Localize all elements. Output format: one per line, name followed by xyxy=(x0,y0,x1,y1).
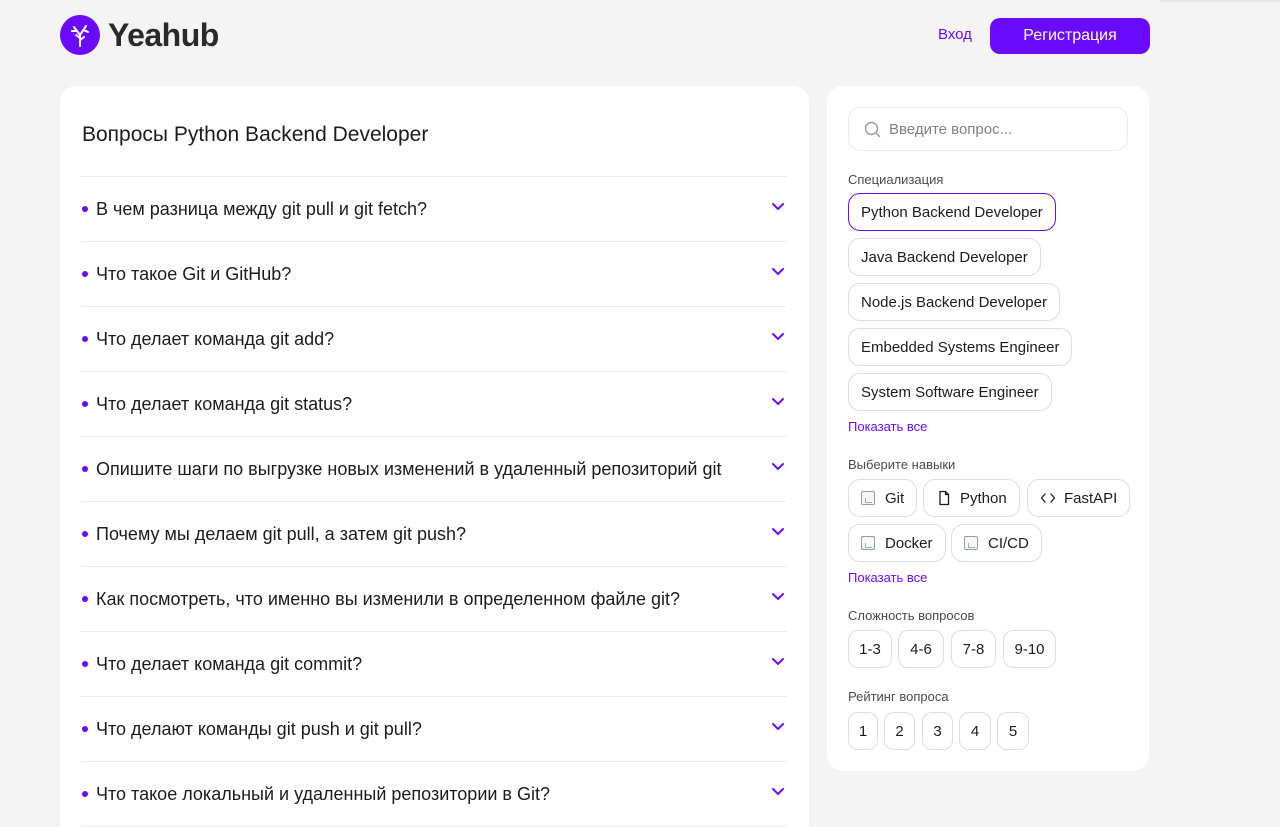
question-text: Что делает команда git status? xyxy=(96,393,353,414)
header: Yeahub Вход Регистрация xyxy=(0,0,1280,72)
skill-label: FastAPI xyxy=(1064,489,1118,507)
skill-chip-cicd[interactable]: CI/CD xyxy=(951,524,1042,562)
skill-label: CI/CD xyxy=(988,534,1029,552)
question-item[interactable]: Как посмотреть, что именно вы изменили в… xyxy=(81,567,787,632)
skill-chip-docker[interactable]: Docker xyxy=(848,524,946,562)
chevron-down-icon[interactable] xyxy=(771,527,785,537)
show-all-specializations-link[interactable]: Показать все xyxy=(848,419,927,434)
chevron-down-icon[interactable] xyxy=(771,332,785,342)
chevron-down-icon[interactable] xyxy=(771,462,785,472)
search-box[interactable] xyxy=(848,107,1128,151)
question-text: Как посмотреть, что именно вы изменили в… xyxy=(96,588,680,609)
question-text: Почему мы делаем git pull, а затем git p… xyxy=(96,523,467,544)
question-text: Что делает команда git add? xyxy=(96,328,335,349)
rating-chip[interactable]: 2 xyxy=(884,712,915,750)
question-item[interactable]: Что такое локальный и удаленный репозито… xyxy=(81,762,787,827)
bullet-dot-icon xyxy=(82,336,88,342)
git-icon xyxy=(861,491,875,505)
show-all-skills-link[interactable]: Показать все xyxy=(848,570,927,585)
specialization-chip[interactable]: Java Backend Developer xyxy=(848,238,1041,276)
specialization-chip[interactable]: Python Backend Developer xyxy=(848,193,1056,231)
skills-label: Выберите навыки xyxy=(848,457,956,472)
code-icon xyxy=(1040,493,1056,503)
chevron-down-icon[interactable] xyxy=(771,592,785,602)
bullet-dot-icon xyxy=(82,596,88,602)
bullet-dot-icon xyxy=(82,661,88,667)
register-button[interactable]: Регистрация xyxy=(990,18,1150,54)
skill-label: Git xyxy=(885,489,905,507)
logo[interactable]: Yeahub xyxy=(60,15,219,55)
question-text: Что такое локальный и удаленный репозито… xyxy=(96,783,551,804)
question-item[interactable]: Что такое Git и GitHub? xyxy=(81,242,787,307)
question-item[interactable]: Что делает команда git add? xyxy=(81,307,787,372)
questions-card: Вопросы Python Backend Developer В чем р… xyxy=(60,86,809,827)
chevron-down-icon[interactable] xyxy=(771,657,785,667)
bullet-dot-icon xyxy=(82,791,88,797)
skill-chip-git[interactable]: Git xyxy=(848,479,918,517)
bullet-dot-icon xyxy=(82,531,88,537)
chevron-down-icon[interactable] xyxy=(771,202,785,212)
chevron-down-icon[interactable] xyxy=(771,722,785,732)
questions-list: В чем разница между git pull и git fetch… xyxy=(81,176,787,827)
tree-logo-icon xyxy=(60,15,100,55)
question-text: В чем разница между git pull и git fetch… xyxy=(96,198,428,219)
question-text: Что делают команды git push и git pull? xyxy=(96,718,422,739)
difficulty-chip[interactable]: 9-10 xyxy=(1003,630,1056,668)
specialization-label: Специализация xyxy=(848,172,944,187)
question-item[interactable]: Что делают команды git push и git pull? xyxy=(81,697,787,762)
question-text: Опишите шаги по выгрузке новых изменений… xyxy=(96,458,722,479)
question-text: Что делает команда git commit? xyxy=(96,653,363,674)
rating-chip[interactable]: 5 xyxy=(997,712,1029,750)
skill-label: Docker xyxy=(885,534,933,552)
logo-text: Yeahub xyxy=(108,16,219,53)
question-item[interactable]: Что делает команда git commit? xyxy=(81,632,787,697)
question-text: Что такое Git и GitHub? xyxy=(96,263,292,284)
specialization-chip[interactable]: Embedded Systems Engineer xyxy=(848,328,1073,366)
cicd-icon xyxy=(964,536,978,550)
rating-chip[interactable]: 1 xyxy=(848,712,878,750)
chevron-down-icon[interactable] xyxy=(771,267,785,277)
docker-icon xyxy=(861,536,875,550)
specialization-chip[interactable]: System Software Engineer xyxy=(848,373,1052,411)
search-input[interactable] xyxy=(889,120,1119,138)
bullet-dot-icon xyxy=(82,726,88,732)
difficulty-chip[interactable]: 1-3 xyxy=(848,630,892,668)
search-icon xyxy=(864,121,881,137)
file-icon xyxy=(939,490,950,506)
top-divider xyxy=(1160,0,1280,2)
difficulty-chip[interactable]: 7-8 xyxy=(951,630,996,668)
specialization-chip[interactable]: Node.js Backend Developer xyxy=(848,283,1060,321)
chevron-down-icon[interactable] xyxy=(771,787,785,797)
rating-chip[interactable]: 4 xyxy=(959,712,991,750)
bullet-dot-icon xyxy=(82,206,88,212)
login-link[interactable]: Вход xyxy=(938,26,972,43)
difficulty-chip[interactable]: 4-6 xyxy=(898,630,944,668)
filters-sidebar: Специализация Python Backend Developer J… xyxy=(827,86,1149,771)
skill-label: Python xyxy=(960,489,1007,507)
rating-chip[interactable]: 3 xyxy=(922,712,953,750)
chevron-down-icon[interactable] xyxy=(771,397,785,407)
bullet-dot-icon xyxy=(82,271,88,277)
question-item[interactable]: Опишите шаги по выгрузке новых изменений… xyxy=(81,437,787,502)
page-title: Вопросы Python Backend Developer xyxy=(82,123,429,146)
question-item[interactable]: Что делает команда git status? xyxy=(81,372,787,437)
bullet-dot-icon xyxy=(82,466,88,472)
rating-label: Рейтинг вопроса xyxy=(848,689,949,704)
question-item[interactable]: Почему мы делаем git pull, а затем git p… xyxy=(81,502,787,567)
skill-chip-python[interactable]: Python xyxy=(923,479,1020,517)
difficulty-label: Сложность вопросов xyxy=(848,608,975,623)
skill-chip-fastapi[interactable]: FastAPI xyxy=(1027,479,1131,517)
bullet-dot-icon xyxy=(82,401,88,407)
question-item[interactable]: В чем разница между git pull и git fetch… xyxy=(81,177,787,242)
